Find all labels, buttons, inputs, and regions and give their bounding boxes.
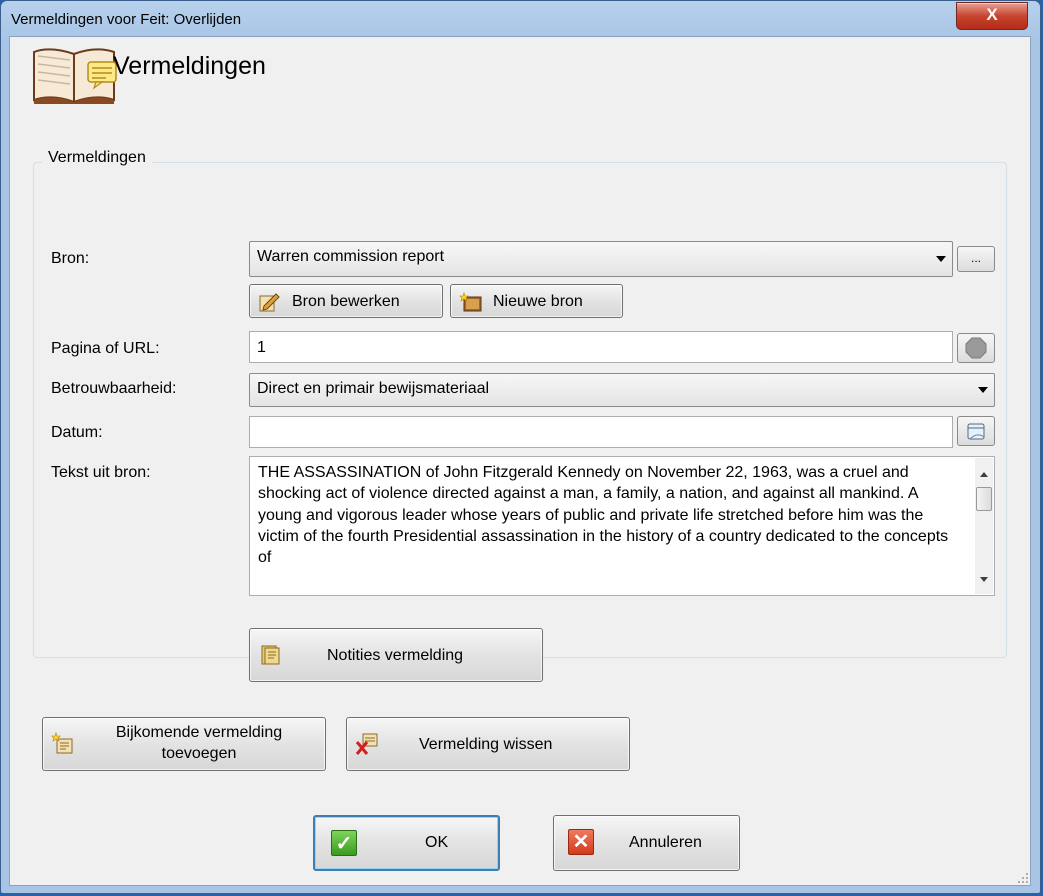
chevron-down-icon xyxy=(936,256,946,262)
browse-source-button[interactable]: ... xyxy=(957,246,995,272)
chevron-down-icon xyxy=(978,387,988,393)
new-source-label: Nieuwe bron xyxy=(493,293,583,310)
add-citation-icon xyxy=(51,732,73,754)
ok-button[interactable]: ✓ OK xyxy=(313,815,500,871)
notes-icon xyxy=(261,645,280,665)
source-text-area[interactable]: THE ASSASSINATION of John Fitzgerald Ken… xyxy=(249,456,995,596)
resize-grip-icon[interactable] xyxy=(1017,872,1029,884)
add-citation-button[interactable]: Bijkomende vermelding toevoegen xyxy=(42,717,326,771)
new-source-button[interactable]: Nieuwe bron xyxy=(450,284,623,318)
scroll-down-icon[interactable] xyxy=(980,577,988,582)
source-value: Warren commission report xyxy=(257,248,445,265)
source-text: THE ASSASSINATION of John Fitzgerald Ken… xyxy=(258,464,949,567)
octagon-icon xyxy=(965,337,987,359)
ok-label: OK xyxy=(425,834,449,851)
title-bar[interactable]: Vermeldingen voor Feit: Overlijden X xyxy=(1,1,1040,37)
page-value: 1 xyxy=(257,339,266,356)
scroll-thumb[interactable] xyxy=(976,487,992,511)
cancel-button[interactable]: ✕ Annuleren xyxy=(553,815,740,871)
source-dropdown[interactable]: Warren commission report xyxy=(249,241,953,277)
date-input[interactable] xyxy=(249,416,953,448)
book-icon xyxy=(33,48,117,104)
edit-source-button[interactable]: Bron bewerken xyxy=(249,284,443,318)
new-source-icon xyxy=(459,292,482,312)
citation-notes-button[interactable]: Notities vermelding xyxy=(249,628,543,682)
reliability-dropdown[interactable]: Direct en primair bewijsmateriaal xyxy=(249,373,995,407)
text-label: Tekst uit bron: xyxy=(51,464,151,481)
group-title: Vermeldingen xyxy=(42,149,152,167)
citation-notes-label: Notities vermelding xyxy=(327,647,464,664)
scroll-up-icon[interactable] xyxy=(980,472,988,477)
page-input[interactable]: 1 xyxy=(249,331,953,363)
reliability-value: Direct en primair bewijsmateriaal xyxy=(257,380,490,397)
close-button[interactable]: X xyxy=(956,2,1028,30)
delete-citation-icon xyxy=(355,733,378,755)
window-title: Vermeldingen voor Feit: Overlijden xyxy=(11,11,242,28)
date-picker-button[interactable] xyxy=(957,416,995,446)
page-link-button[interactable] xyxy=(957,333,995,363)
source-label: Bron: xyxy=(51,250,90,267)
header-title: Vermeldingen xyxy=(113,52,266,80)
edit-icon xyxy=(259,293,280,312)
delete-citation-button[interactable]: Vermelding wissen xyxy=(346,717,630,771)
add-citation-label: Bijkomende vermelding toevoegen xyxy=(115,724,283,762)
calendar-icon xyxy=(967,423,985,440)
cancel-label: Annuleren xyxy=(629,834,702,851)
check-icon: ✓ xyxy=(331,830,357,856)
edit-source-label: Bron bewerken xyxy=(292,293,400,310)
text-scrollbar[interactable] xyxy=(975,458,993,594)
reliability-label: Betrouwbaarheid: xyxy=(51,380,177,397)
page-label: Pagina of URL: xyxy=(51,340,160,357)
delete-citation-label: Vermelding wissen xyxy=(419,736,553,753)
close-icon: ✕ xyxy=(568,829,594,855)
date-label: Datum: xyxy=(51,424,103,441)
